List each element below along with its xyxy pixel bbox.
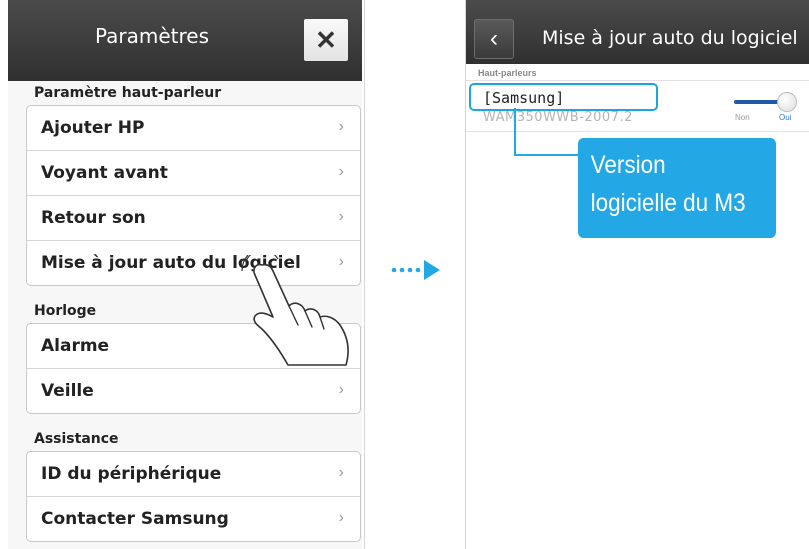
- settings-title: Paramètres: [94, 24, 210, 48]
- settings-item-label: Ajouter HP: [41, 118, 145, 138]
- version-callout: Version logicielle du M3: [578, 138, 776, 238]
- settings-item-label: ID du périphérique: [41, 464, 222, 484]
- settings-item-label: Voyant avant: [41, 163, 168, 183]
- settings-item-label: Veille: [41, 381, 94, 401]
- section-heading-speaker: Paramètre haut-parleur: [34, 85, 222, 101]
- settings-item-device-id[interactable]: ID du périphérique ›: [27, 452, 360, 497]
- auto-update-toggle-knob[interactable]: [777, 92, 797, 112]
- chevron-right-icon: ›: [338, 509, 344, 526]
- chevron-right-icon: ›: [338, 381, 344, 398]
- callout-line-1: Version: [590, 151, 666, 179]
- auto-update-screen: ‹ Mise à jour auto du logiciel Haut-parl…: [465, 0, 809, 549]
- flow-arrow-icon: [391, 260, 440, 280]
- toggle-on-label: Oui: [779, 113, 792, 122]
- toggle-off-label: Non: [735, 113, 750, 122]
- chevron-right-icon: ›: [338, 118, 344, 135]
- settings-item-label: Retour son: [41, 208, 146, 228]
- chevron-right-icon: ›: [338, 208, 344, 225]
- settings-item-front-light[interactable]: Voyant avant ›: [27, 151, 360, 196]
- callout-line-2: logicielle du M3: [590, 189, 746, 217]
- settings-item-contact-samsung[interactable]: Contacter Samsung ›: [27, 497, 360, 541]
- settings-header: Paramètres ✕: [8, 0, 362, 81]
- close-button[interactable]: ✕: [304, 19, 348, 61]
- close-icon: ✕: [315, 24, 337, 55]
- settings-item-label: Contacter Samsung: [41, 509, 229, 529]
- auto-update-header: ‹ Mise à jour auto du logiciel: [466, 0, 809, 64]
- speaker-name-highlight: [469, 83, 658, 111]
- section-heading-clock: Horloge: [34, 303, 97, 319]
- settings-item-sound-feedback[interactable]: Retour son ›: [27, 196, 360, 241]
- back-icon: ‹: [490, 25, 498, 52]
- settings-screen: Paramètres ✕ Paramètre haut-parleur Ajou…: [0, 0, 365, 549]
- settings-item-sleep[interactable]: Veille ›: [27, 369, 360, 413]
- tap-hand-icon: [241, 255, 349, 366]
- chevron-right-icon: ›: [338, 163, 344, 180]
- support-settings-group: ID du périphérique › Contacter Samsung ›: [26, 451, 361, 542]
- auto-update-title: Mise à jour auto du logiciel: [542, 27, 798, 49]
- chevron-right-icon: ›: [338, 464, 344, 481]
- speakers-section-label: Haut-parleurs: [478, 68, 537, 78]
- section-heading-support: Assistance: [34, 431, 119, 447]
- back-button[interactable]: ‹: [474, 19, 514, 59]
- settings-item-label: Alarme: [41, 336, 110, 356]
- settings-item-add-speaker[interactable]: Ajouter HP ›: [27, 106, 360, 151]
